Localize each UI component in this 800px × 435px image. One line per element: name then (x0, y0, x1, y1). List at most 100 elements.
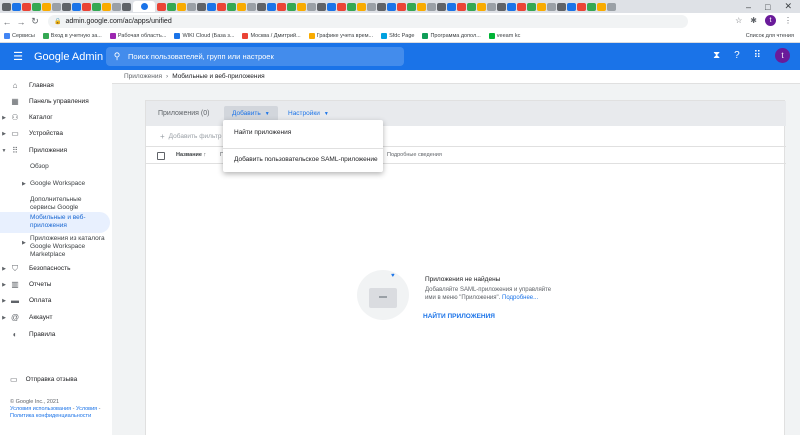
hourglass-icon[interactable]: ⧗ (713, 50, 720, 61)
sidebar-item-billing[interactable]: ▶ ▬ Оплата (0, 293, 110, 308)
tab-favicon-icon[interactable] (577, 2, 586, 11)
tab-favicon-icon[interactable] (517, 2, 526, 11)
help-icon[interactable]: ? (734, 50, 740, 61)
tab-favicon-icon[interactable] (337, 2, 346, 11)
reading-list-button[interactable]: Список для чтения (746, 33, 794, 39)
tab-favicon-icon[interactable] (2, 2, 11, 11)
menu-item-find-apps[interactable]: Найти приложения (223, 123, 383, 141)
terms-link[interactable]: Условия использования (10, 406, 71, 412)
sidebar-item-home[interactable]: ⌂ Главная (0, 78, 110, 93)
tab-favicon-icon[interactable] (22, 2, 31, 11)
tab-favicon-icon[interactable] (187, 2, 196, 11)
minimize-icon[interactable]: – (746, 2, 751, 12)
tab-favicon-icon[interactable] (447, 2, 456, 11)
find-apps-button[interactable]: НАЙТИ ПРИЛОЖЕНИЯ (423, 313, 495, 320)
tab-favicon-icon[interactable] (347, 2, 356, 11)
apps-grid-icon[interactable]: ⠿ (754, 50, 761, 61)
tab-favicon-icon[interactable] (167, 2, 176, 11)
tab-favicon-icon[interactable] (12, 2, 21, 11)
reload-icon[interactable]: ↻ (28, 16, 42, 27)
tab-favicon-icon[interactable] (507, 2, 516, 11)
tab-favicon-icon[interactable] (62, 2, 71, 11)
close-icon[interactable]: ✕ (784, 1, 792, 12)
sidebar-item-account[interactable]: ▶ @ Аккаунт (0, 310, 110, 325)
active-tab[interactable] (133, 1, 155, 12)
tab-favicon-icon[interactable] (417, 2, 426, 11)
sidebar-item-reports[interactable]: ▶ ▥ Отчеты (0, 277, 110, 292)
tab-favicon-icon[interactable] (367, 2, 376, 11)
add-button[interactable]: Добавить ▼ (224, 106, 278, 121)
column-name[interactable]: Название ↑ (176, 152, 206, 158)
menu-dots-icon[interactable]: ⋮ (784, 16, 792, 25)
sidebar-item-devices[interactable]: ▶ ▭ Устройства (0, 126, 110, 141)
menu-item-add-saml[interactable]: Добавить пользовательское SAML-приложени… (223, 150, 383, 168)
bookmark-item[interactable]: WIKI Cloud (База з... (174, 33, 234, 39)
tab-favicon-icon[interactable] (257, 2, 266, 11)
sidebar-item-rules[interactable]: ◐ Правила (0, 327, 110, 342)
sidebar-sub-workspace[interactable]: ▶ Google Workspace (22, 180, 108, 188)
tab-favicon-icon[interactable] (397, 2, 406, 11)
tab-favicon-icon[interactable] (112, 2, 121, 11)
tab-favicon-icon[interactable] (42, 2, 51, 11)
select-all-checkbox[interactable] (157, 152, 165, 160)
tab-favicon-icon[interactable] (537, 2, 546, 11)
tab-favicon-icon[interactable] (157, 2, 166, 11)
forward-icon[interactable]: → (14, 17, 28, 27)
learn-more-link[interactable]: Подробнее... (502, 295, 538, 301)
tab-favicon-icon[interactable] (597, 2, 606, 11)
column-details[interactable]: Подробные сведения (387, 152, 442, 158)
tab-favicon-icon[interactable] (297, 2, 306, 11)
tab-favicon-icon[interactable] (197, 2, 206, 11)
tab-favicon-icon[interactable] (92, 2, 101, 11)
tab-favicon-icon[interactable] (237, 2, 246, 11)
tab-favicon-icon[interactable] (587, 2, 596, 11)
sidebar-item-security[interactable]: ▶ ⛉ Безопасность (0, 261, 110, 276)
tab-favicon-icon[interactable] (207, 2, 216, 11)
sidebar-item-apps[interactable]: ▼ ⠿ Приложения (0, 143, 110, 158)
star-icon[interactable]: ☆ (735, 16, 742, 25)
tab-favicon-icon[interactable] (357, 2, 366, 11)
tab-favicon-icon[interactable] (527, 2, 536, 11)
tab-favicon-icon[interactable] (407, 2, 416, 11)
bookmark-item[interactable]: Москва / Дмитрий... (242, 33, 301, 39)
tab-favicon-icon[interactable] (477, 2, 486, 11)
breadcrumb-parent[interactable]: Приложения (124, 73, 162, 80)
tab-favicon-icon[interactable] (567, 2, 576, 11)
search-input[interactable]: ⚲ Поиск пользователей, групп или настрое… (106, 47, 404, 66)
sidebar-item-catalog[interactable]: ▶ ⚇ Каталог (0, 110, 110, 125)
tab-favicon-icon[interactable] (327, 2, 336, 11)
tab-favicon-icon[interactable] (247, 2, 256, 11)
bookmark-item[interactable]: Программа допол... (422, 33, 481, 39)
bookmark-item[interactable]: Графике учета врем... (308, 33, 373, 39)
tab-favicon-icon[interactable] (547, 2, 556, 11)
tab-favicon-icon[interactable] (487, 2, 496, 11)
sidebar-sub-overview[interactable]: Обзор (30, 163, 108, 171)
tab-favicon-icon[interactable] (32, 2, 41, 11)
hamburger-menu-icon[interactable]: ☰ (6, 50, 30, 63)
tab-favicon-icon[interactable] (607, 2, 616, 11)
avatar[interactable]: t (775, 48, 790, 63)
tab-favicon-icon[interactable] (267, 2, 276, 11)
tab-favicon-icon[interactable] (377, 2, 386, 11)
terms-link-2[interactable]: Условия (76, 406, 97, 412)
tab-favicon-icon[interactable] (177, 2, 186, 11)
back-icon[interactable]: ← (0, 17, 14, 27)
maximize-icon[interactable]: □ (765, 2, 770, 12)
tab-favicon-icon[interactable] (317, 2, 326, 11)
sidebar-item-dashboard[interactable]: ▦ Панель управления (0, 94, 110, 109)
settings-button[interactable]: Настройки ▼ (284, 106, 333, 121)
sidebar-sub-marketplace[interactable]: ▶ Приложения из каталога Google Workspac… (22, 235, 108, 259)
extensions-icon[interactable]: ✱ (750, 16, 757, 25)
tab-favicon-icon[interactable] (277, 2, 286, 11)
bookmark-item[interactable]: Сервисы (4, 33, 35, 39)
bookmark-item[interactable]: Sfdc Page (381, 33, 414, 39)
tab-favicon-icon[interactable] (387, 2, 396, 11)
tab-favicon-icon[interactable] (437, 2, 446, 11)
sidebar-sub-additional[interactable]: Дополнительные сервисы Google (30, 196, 108, 212)
profile-avatar[interactable]: t (765, 15, 776, 26)
tab-favicon-icon[interactable] (497, 2, 506, 11)
bookmark-item[interactable]: Вход в учетную за... (42, 33, 102, 39)
tab-favicon-icon[interactable] (457, 2, 466, 11)
tab-favicon-icon[interactable] (82, 2, 91, 11)
tab-favicon-icon[interactable] (217, 2, 226, 11)
